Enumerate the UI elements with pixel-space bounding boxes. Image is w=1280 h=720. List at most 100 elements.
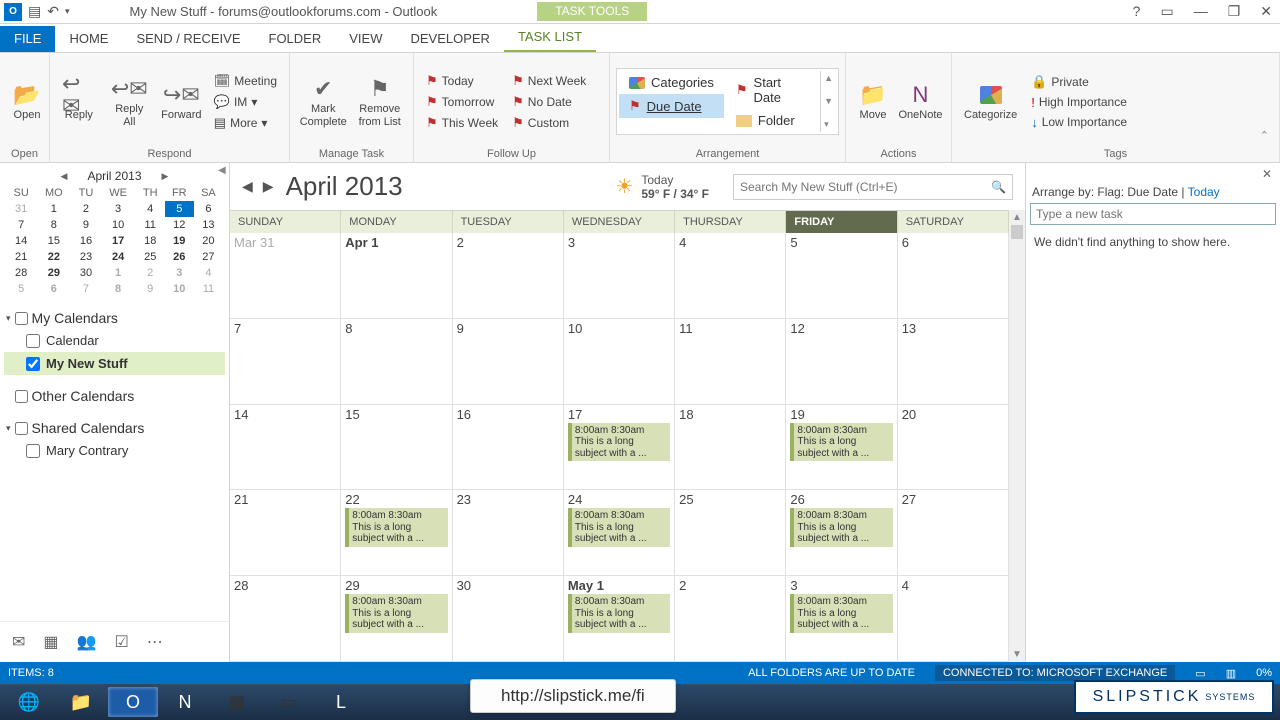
minical-day[interactable]: 12: [165, 217, 194, 233]
minical-day[interactable]: 4: [136, 201, 165, 217]
cal-day-cell[interactable]: 27: [898, 490, 1009, 575]
minical-day[interactable]: 3: [165, 265, 194, 281]
tab-task-list[interactable]: TASK LIST: [504, 24, 596, 52]
cal-day-cell[interactable]: 248:00am 8:30amThis is a long subject wi…: [564, 490, 675, 575]
arr-scroll-up-icon[interactable]: ▲: [824, 73, 833, 83]
cal-day-cell[interactable]: 4: [898, 576, 1009, 661]
collapse-ribbon-icon[interactable]: ⌃: [1256, 125, 1273, 146]
minical-day[interactable]: 7: [71, 281, 100, 297]
minical-day[interactable]: 9: [136, 281, 165, 297]
qat-dropdown-icon[interactable]: ▾: [65, 6, 70, 17]
my-calendars-group[interactable]: ▾My Calendars: [4, 307, 225, 329]
taskbar-onenote[interactable]: N: [160, 687, 210, 717]
cal-day-cell[interactable]: 18: [675, 405, 786, 490]
leftnav-collapse-icon[interactable]: ◀: [218, 165, 226, 176]
minical-day[interactable]: 8: [36, 217, 71, 233]
cal-day-cell[interactable]: 20: [898, 405, 1009, 490]
im-button[interactable]: 💬IM▾: [208, 92, 283, 112]
nav-tasks-icon[interactable]: ☑: [114, 632, 128, 652]
cal-day-cell[interactable]: May 18:00am 8:30amThis is a long subject…: [564, 576, 675, 661]
cal-day-cell[interactable]: 178:00am 8:30amThis is a long subject wi…: [564, 405, 675, 490]
calendar-appointment[interactable]: 8:00am 8:30amThis is a long subject with…: [345, 508, 447, 547]
cal-day-cell[interactable]: 15: [341, 405, 452, 490]
tab-view[interactable]: VIEW: [335, 26, 396, 52]
minical-next-icon[interactable]: ▶: [162, 171, 169, 182]
taskpane-close-icon[interactable]: ✕: [1030, 167, 1276, 183]
cal-day-cell[interactable]: 268:00am 8:30amThis is a long subject wi…: [786, 490, 897, 575]
cal-day-cell[interactable]: 30: [453, 576, 564, 661]
minical-day[interactable]: 10: [101, 217, 136, 233]
followup-today[interactable]: ⚑Today: [420, 71, 504, 91]
minical-day[interactable]: 26: [165, 249, 194, 265]
search-box[interactable]: 🔍: [733, 174, 1013, 200]
cal-day-cell[interactable]: Apr 1: [341, 233, 452, 318]
minical-day[interactable]: 10: [165, 281, 194, 297]
calendar-appointment[interactable]: 8:00am 8:30amThis is a long subject with…: [790, 594, 892, 633]
calendar-appointment[interactable]: 8:00am 8:30amThis is a long subject with…: [790, 508, 892, 547]
cal-day-cell[interactable]: 198:00am 8:30amThis is a long subject wi…: [786, 405, 897, 490]
taskbar-explorer[interactable]: 📁: [56, 687, 106, 717]
cal-scroll-up-icon[interactable]: ▲: [1012, 212, 1022, 223]
tab-developer[interactable]: DEVELOPER: [396, 26, 503, 52]
cal-day-cell[interactable]: 228:00am 8:30amThis is a long subject wi…: [341, 490, 452, 575]
minical-day[interactable]: 4: [194, 265, 223, 281]
cal-prev-icon[interactable]: ◀: [242, 178, 253, 195]
arrangement-folder[interactable]: Folder: [726, 109, 818, 132]
minical-day[interactable]: 7: [6, 217, 36, 233]
shared-calendars-checkbox[interactable]: [15, 422, 28, 435]
mark-complete-button[interactable]: ✔Mark Complete: [296, 73, 351, 129]
help-icon[interactable]: ?: [1129, 3, 1145, 20]
open-button[interactable]: 📂Open: [6, 79, 48, 123]
followup-no-date[interactable]: ⚑No Date: [506, 92, 592, 112]
minical-prev-icon[interactable]: ◀: [61, 171, 68, 182]
calendar-item-my-new-stuff[interactable]: My New Stuff: [4, 352, 225, 375]
private-button[interactable]: 🔒Private: [1025, 72, 1133, 92]
minical-day[interactable]: 27: [194, 249, 223, 265]
minical-day[interactable]: 5: [165, 201, 194, 217]
minical-day[interactable]: 6: [194, 201, 223, 217]
remove-from-list-button[interactable]: ⚑Remove from List: [353, 73, 408, 129]
taskbar-app1[interactable]: ▦: [212, 687, 262, 717]
calendar-appointment[interactable]: 8:00am 8:30amThis is a long subject with…: [568, 423, 670, 462]
cal-day-cell[interactable]: 2: [675, 576, 786, 661]
calendar-checkbox[interactable]: [26, 334, 40, 348]
reply-button[interactable]: ↩✉Reply: [56, 79, 102, 123]
my-calendars-checkbox[interactable]: [15, 312, 28, 325]
mynewstuff-checkbox[interactable]: [26, 357, 40, 371]
qat-sendall-icon[interactable]: ▤: [28, 3, 41, 20]
calendar-item-mary[interactable]: Mary Contrary: [4, 439, 225, 462]
minical-day[interactable]: 14: [6, 233, 36, 249]
cal-day-cell[interactable]: 23: [453, 490, 564, 575]
calendar-item-calendar[interactable]: Calendar: [4, 329, 225, 352]
close-icon[interactable]: ✕: [1256, 3, 1276, 20]
nav-people-icon[interactable]: 👥: [77, 632, 97, 652]
search-icon[interactable]: 🔍: [991, 180, 1006, 194]
minical-day[interactable]: 9: [71, 217, 100, 233]
minical-day[interactable]: 31: [6, 201, 36, 217]
reply-all-button[interactable]: ↩✉Reply All: [104, 73, 155, 129]
shared-calendars-group[interactable]: ▾Shared Calendars: [4, 417, 225, 439]
tab-home[interactable]: HOME: [55, 26, 122, 52]
calendar-appointment[interactable]: 8:00am 8:30amThis is a long subject with…: [790, 423, 892, 462]
cal-day-cell[interactable]: 12: [786, 319, 897, 404]
arrangement-due-date[interactable]: ⚑Due Date: [619, 94, 724, 118]
minical-day[interactable]: 1: [101, 265, 136, 281]
minical-day[interactable]: 1: [36, 201, 71, 217]
tool-tab[interactable]: TASK TOOLS: [537, 2, 647, 21]
cal-day-cell[interactable]: 10: [564, 319, 675, 404]
scrollbar-thumb[interactable]: [1011, 225, 1023, 239]
minical-day[interactable]: 11: [194, 281, 223, 297]
minical-day[interactable]: 28: [6, 265, 36, 281]
calendar-appointment[interactable]: 8:00am 8:30amThis is a long subject with…: [345, 594, 447, 633]
cal-day-cell[interactable]: 16: [453, 405, 564, 490]
cal-day-cell[interactable]: 7: [230, 319, 341, 404]
meeting-button[interactable]: 🗓Meeting: [208, 71, 283, 91]
followup-custom[interactable]: ⚑Custom: [506, 113, 592, 133]
nav-more-icon[interactable]: ⋯: [147, 632, 163, 652]
onenote-button[interactable]: NOneNote: [896, 79, 945, 123]
minical-day[interactable]: 15: [36, 233, 71, 249]
cal-day-cell[interactable]: 21: [230, 490, 341, 575]
cal-day-cell[interactable]: 5: [786, 233, 897, 318]
cal-day-cell[interactable]: Mar 31: [230, 233, 341, 318]
cal-day-cell[interactable]: 3: [564, 233, 675, 318]
